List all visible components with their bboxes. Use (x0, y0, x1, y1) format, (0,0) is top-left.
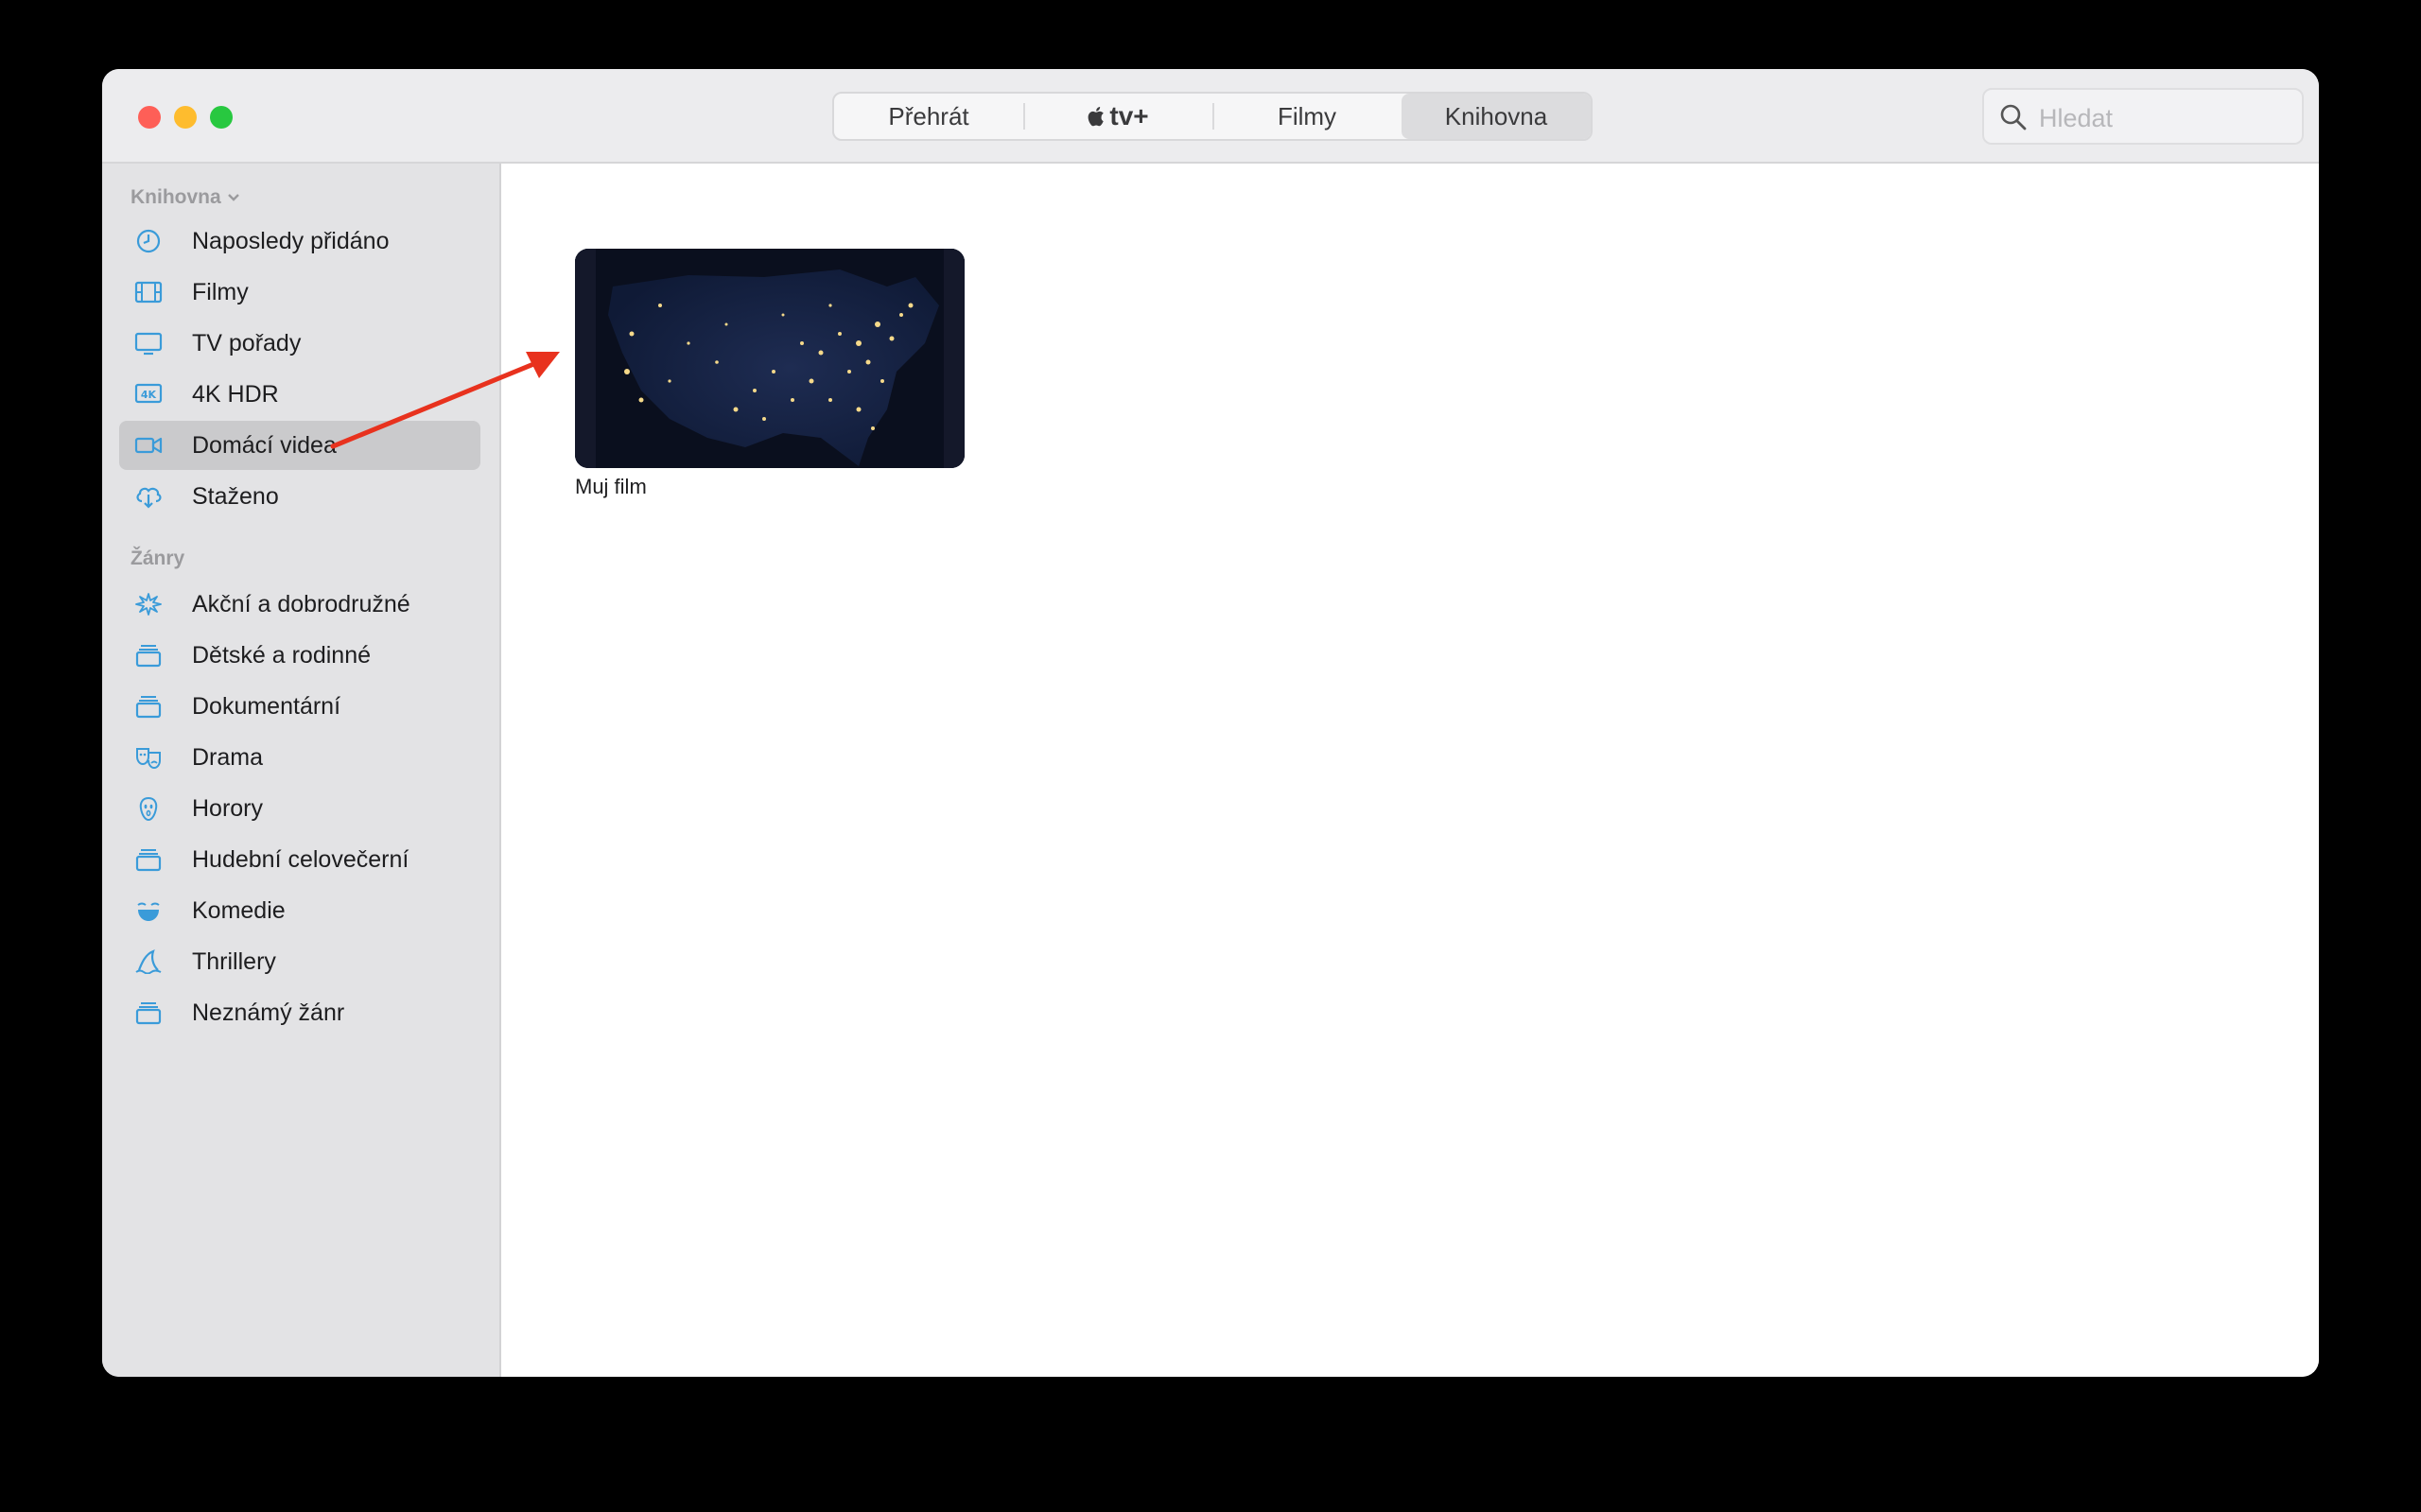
sidebar-item-home-videos[interactable]: Domácí videa (119, 421, 480, 470)
sidebar-item-genre-unknown[interactable]: Neznámý žánr (119, 988, 480, 1037)
sidebar-item-label: Thrillery (192, 947, 276, 975)
sidebar-item-genre-kids[interactable]: Dětské a rodinné (119, 631, 480, 680)
sidebar-item-label: Akční a dobrodružné (192, 590, 410, 617)
stack-icon (135, 645, 162, 668)
sidebar-item-label: Dokumentární (192, 692, 341, 720)
zoom-window-button[interactable] (210, 106, 233, 129)
explosion-icon (135, 593, 162, 616)
clock-icon (136, 229, 161, 253)
movie-title[interactable]: Muj film (575, 475, 647, 499)
sidebar-item-label: TV pořady (192, 329, 302, 356)
sidebar-item-genre-horror[interactable]: Horory (119, 784, 480, 833)
search-icon (2000, 104, 2027, 130)
stack-icon (135, 696, 162, 719)
tab-label: Filmy (1277, 101, 1337, 130)
library-section-header[interactable]: Knihovna (131, 186, 240, 209)
shark-fin-icon (135, 949, 162, 974)
sidebar-item-label: 4K HDR (192, 380, 279, 408)
ghost-face-icon (139, 796, 158, 821)
tab-knihovna[interactable]: Knihovna (1402, 94, 1591, 139)
tab-filmy[interactable]: Filmy (1212, 94, 1402, 139)
tab-prehrat[interactable]: Přehrát (834, 94, 1023, 139)
sidebar-item-tv-shows[interactable]: TV pořady (119, 319, 480, 368)
laughing-face-icon (137, 902, 160, 921)
svg-text:4K: 4K (141, 389, 157, 401)
sidebar-item-genre-musical[interactable]: Hudební celovečerní (119, 835, 480, 884)
sidebar-item-label: Dětské a rodinné (192, 641, 372, 669)
sidebar-item-label: Naposledy přidáno (192, 227, 390, 254)
stack-icon (135, 849, 162, 872)
sidebar-item-label: Horory (192, 794, 264, 822)
section-title: Knihovna (131, 186, 221, 208)
tab-apple-tv-plus[interactable]: tv+ (1023, 94, 1212, 139)
sidebar-item-genre-thriller[interactable]: Thrillery (119, 937, 480, 986)
tab-label: Knihovna (1444, 101, 1548, 130)
main-tabs: Přehrát tv+ Filmy Knihovna (832, 92, 1593, 141)
toolbar: Přehrát tv+ Filmy Knihovna (102, 69, 2319, 164)
video-camera-icon (134, 437, 163, 454)
sidebar-item-label: Neznámý žánr (192, 999, 345, 1026)
minimize-window-button[interactable] (174, 106, 197, 129)
sidebar-item-label: Filmy (192, 278, 249, 305)
sidebar-item-genre-drama[interactable]: Drama (119, 733, 480, 782)
section-title: Žánry (131, 547, 185, 569)
4k-icon: 4K (134, 383, 163, 404)
sidebar-item-movies[interactable]: Filmy (119, 268, 480, 317)
genres-section-header: Žánry (131, 547, 184, 570)
tv-app-window: Přehrát tv+ Filmy Knihovna Hledat Knihov… (102, 69, 2319, 1377)
tab-label: tv+ (1109, 101, 1149, 130)
sidebar-item-genre-documentary[interactable]: Dokumentární (119, 682, 480, 731)
sidebar-item-4k-hdr[interactable]: 4K 4K HDR (119, 370, 480, 419)
theater-masks-icon (136, 748, 161, 770)
close-window-button[interactable] (138, 106, 161, 129)
night-earth-map-image (575, 249, 965, 468)
tv-icon (134, 332, 163, 356)
stack-icon (135, 1002, 162, 1025)
sidebar-item-label: Komedie (192, 896, 286, 924)
sidebar-item-genre-comedy[interactable]: Komedie (119, 886, 480, 935)
sidebar-item-label: Drama (192, 743, 264, 771)
cloud-download-icon (136, 487, 162, 509)
movie-thumbnail[interactable] (575, 249, 965, 468)
film-icon (134, 281, 163, 304)
sidebar-item-genre-action[interactable]: Akční a dobrodružné (119, 580, 480, 629)
sidebar-item-label: Staženo (192, 482, 279, 510)
sidebar-item-downloaded[interactable]: Staženo (119, 472, 480, 521)
chevron-down-icon (227, 194, 239, 201)
search-field[interactable] (1982, 88, 2304, 145)
sidebar: Knihovna Naposledy přidáno Filmy TV pořa… (102, 164, 501, 1377)
apple-logo-icon (1089, 107, 1105, 127)
sidebar-item-label: Hudební celovečerní (192, 845, 409, 873)
sidebar-item-recently-added[interactable]: Naposledy přidáno (119, 217, 480, 266)
search-input[interactable] (2037, 97, 2296, 139)
tab-label: Přehrát (888, 101, 969, 130)
sidebar-item-label: Domácí videa (192, 431, 337, 459)
